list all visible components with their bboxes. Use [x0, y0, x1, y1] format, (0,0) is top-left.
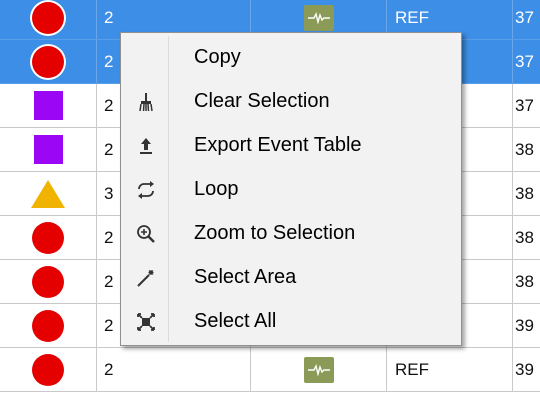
latency-cell: 38 — [515, 139, 534, 159]
marker-cell — [0, 348, 97, 391]
waveform-icon[interactable] — [303, 356, 334, 383]
zoom-icon — [123, 212, 168, 255]
marker-cell — [0, 304, 97, 347]
latency-cell: 38 — [515, 183, 534, 203]
menu-item-zoom-to-selection[interactable]: Zoom to Selection — [123, 212, 459, 255]
menu-item-select-all[interactable]: Select All — [123, 300, 459, 343]
select-all-icon — [123, 300, 168, 343]
marker-cell — [0, 0, 97, 39]
latency-cell: 37 — [515, 7, 534, 27]
square-marker-icon — [33, 91, 63, 120]
marker-cell — [0, 216, 97, 259]
marker-cell — [0, 84, 97, 127]
marker-cell — [0, 40, 97, 83]
menu-item-label: Loop — [194, 178, 239, 200]
circle-marker-icon — [32, 221, 64, 254]
circle-marker-icon — [32, 45, 64, 78]
menu-item-label: Export Event Table — [194, 134, 362, 156]
latency-cell: 38 — [515, 227, 534, 247]
marker-cell — [0, 260, 97, 303]
triangle-marker-icon — [31, 179, 65, 208]
broom-icon — [123, 80, 168, 123]
menu-item-export-event-table[interactable]: Export Event Table — [123, 124, 459, 167]
latency-cell: 39 — [515, 315, 534, 335]
menu-item-loop[interactable]: Loop — [123, 168, 459, 211]
menu-item-label: Select All — [194, 310, 277, 332]
menu-item-select-area[interactable]: Select Area — [123, 256, 459, 299]
marker-cell — [0, 172, 97, 215]
latency-cell: 37 — [515, 51, 534, 71]
latency-cell: 37 — [515, 95, 534, 115]
circle-marker-icon — [32, 265, 64, 298]
context-menu: Copy Clear Selection Export Event Table Loo… — [120, 32, 462, 346]
menu-item-label: Copy — [194, 46, 241, 68]
circle-marker-icon — [32, 309, 64, 342]
waveform-icon[interactable] — [303, 4, 334, 31]
latency-cell: 39 — [515, 359, 534, 379]
menu-icon-placeholder — [123, 36, 168, 79]
channel-cell: 2 — [97, 348, 251, 391]
square-marker-icon — [33, 135, 63, 164]
loop-icon — [123, 168, 168, 211]
export-icon — [123, 124, 168, 167]
circle-marker-icon — [32, 353, 64, 386]
latency-cell: 38 — [515, 271, 534, 291]
waveform-cell — [251, 348, 387, 391]
magic-wand-icon — [123, 256, 168, 299]
marker-cell — [0, 128, 97, 171]
type-cell: REF — [387, 348, 513, 391]
menu-item-label: Zoom to Selection — [194, 222, 356, 244]
circle-marker-icon — [32, 1, 64, 34]
menu-item-copy[interactable]: Copy — [123, 36, 459, 79]
menu-item-label: Clear Selection — [194, 90, 330, 112]
menu-item-clear-selection[interactable]: Clear Selection — [123, 80, 459, 123]
table-row[interactable]: 2 REF 39 — [0, 348, 540, 392]
menu-item-label: Select Area — [194, 266, 297, 288]
